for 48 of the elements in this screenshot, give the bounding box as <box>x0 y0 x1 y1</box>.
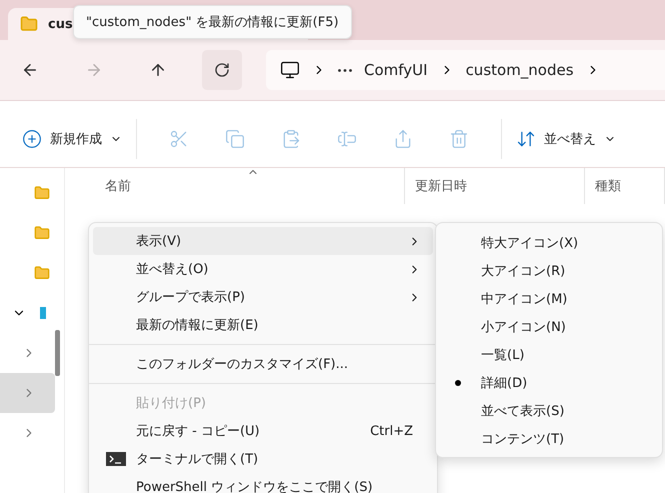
forward-icon <box>85 61 103 79</box>
menu-item[interactable]: このフォルダーのカスタマイズ(F)... <box>93 350 433 378</box>
column-header[interactable]: 名前 <box>65 168 405 204</box>
column-header[interactable]: 更新日時 <box>405 168 585 204</box>
scrollbar-thumb[interactable] <box>55 330 60 376</box>
menu-item[interactable]: 並べ替え(O) <box>93 255 433 283</box>
menu-item[interactable]: 表示(V) <box>93 227 433 255</box>
folder-icon <box>34 265 50 281</box>
trash-icon <box>449 129 469 149</box>
menu-item[interactable]: ターミナルで開く(T) <box>93 445 433 473</box>
back-icon <box>21 61 39 79</box>
breadcrumb-item[interactable]: custom_nodes <box>466 61 574 79</box>
refresh-icon <box>214 62 230 78</box>
terminal-icon <box>106 452 126 466</box>
column-header[interactable]: 種類 <box>585 168 665 204</box>
more-icon <box>338 68 352 72</box>
breadcrumb-item[interactable]: ComfyUI <box>364 61 428 79</box>
menu-item[interactable]: 大アイコン(R) <box>436 257 662 285</box>
menu-item[interactable]: コンテンツ(T) <box>436 425 662 453</box>
plus-icon <box>22 129 42 149</box>
tab-title: cus <box>48 16 73 32</box>
menu-item[interactable]: グループで表示(P) <box>93 283 433 311</box>
up-icon <box>149 61 167 79</box>
folder-icon <box>20 15 38 33</box>
menu-item[interactable]: 一覧(L) <box>436 341 662 369</box>
address-bar[interactable]: ComfyUI custom_nodes <box>266 50 665 90</box>
menu-item[interactable]: PowerShell ウィンドウをここで開く(S) <box>93 473 433 493</box>
cut-icon <box>169 129 189 149</box>
tooltip: "custom_nodes" を最新の情報に更新(F5) <box>73 5 352 39</box>
sort-button[interactable]: 並べ替え <box>516 129 616 149</box>
menu-item[interactable]: 最新の情報に更新(E) <box>93 311 433 339</box>
menu-item[interactable]: 詳細(D) <box>436 369 662 397</box>
refresh-button[interactable] <box>202 50 242 90</box>
drive-icon <box>40 307 46 319</box>
menu-item[interactable]: 元に戻す - コピー(U) Ctrl+Z <box>93 417 433 445</box>
copy-icon <box>225 129 245 149</box>
paste-icon <box>281 129 301 149</box>
folder-icon <box>34 225 50 241</box>
menu-item[interactable]: 小アイコン(N) <box>436 313 662 341</box>
share-icon <box>393 129 413 149</box>
menu-item[interactable]: 特大アイコン(X) <box>436 229 662 257</box>
rename-icon <box>337 129 357 149</box>
monitor-icon <box>280 60 300 80</box>
menu-item[interactable]: 並べて表示(S) <box>436 397 662 425</box>
folder-icon <box>34 185 50 201</box>
menu-item[interactable]: 中アイコン(M) <box>436 285 662 313</box>
sort-icon <box>516 129 536 149</box>
new-button[interactable]: 新規作成 <box>22 129 122 149</box>
